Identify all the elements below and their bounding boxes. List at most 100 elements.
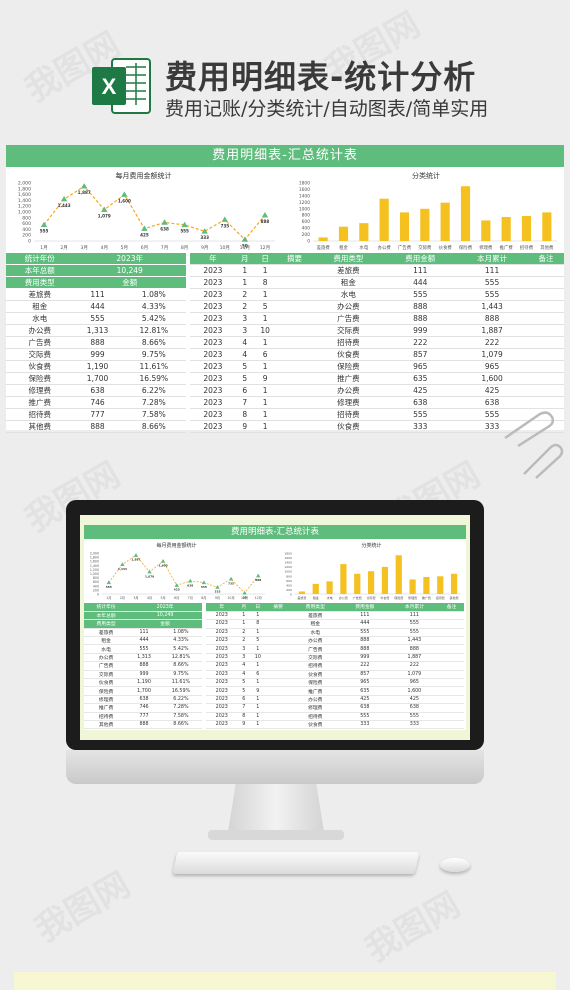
table-cell: 招待费 — [290, 712, 341, 721]
table-row: 伙食费 1,190 11.61% — [84, 678, 202, 688]
sheet-title: 费用明细表-汇总统计表 — [6, 145, 564, 167]
x-tick-label: 办公费 — [339, 595, 348, 600]
expense-amount: 888 — [73, 420, 122, 433]
x-tick-label: 3月 — [80, 245, 88, 251]
table-cell: 2023 — [206, 661, 238, 671]
x-tick-label: 5月 — [121, 245, 129, 251]
table-cell: 857 — [384, 348, 457, 361]
expense-share: 6.22% — [159, 695, 202, 705]
table-cell: 5 — [253, 300, 277, 313]
table-cell: 2023 — [206, 670, 238, 680]
line-point — [147, 569, 152, 574]
column-header: 月 — [237, 603, 250, 612]
table-cell: 638 — [340, 703, 390, 713]
x-tick-label: 修理费 — [479, 244, 493, 251]
table-row: 水电 555 5.42% — [84, 644, 202, 654]
table-cell — [265, 695, 291, 705]
table-cell: 广告费 — [312, 312, 385, 325]
table-cell — [439, 628, 464, 638]
table-cell: 2023 — [190, 360, 236, 373]
table-cell — [276, 396, 313, 409]
column-header: 备注 — [528, 253, 564, 265]
mini-detail-table: 年月日摘要 费用类型 费用金额 本月累计 备注 2023 1 1 差旅费 111 111 2023 1 8… — [206, 603, 464, 730]
expense-amount: 555 — [73, 312, 122, 325]
expense-type: 办公费 — [84, 653, 129, 663]
table-row: 2023 2 5 办公费 888 1,443 — [190, 300, 564, 313]
table-cell: 1 — [249, 644, 266, 654]
expense-type: 其他费 — [6, 420, 74, 433]
x-tick-label: 招待费 — [520, 244, 534, 251]
bar — [312, 583, 319, 594]
table-cell: 1,887 — [389, 653, 440, 663]
column-header: 本月累计 — [389, 603, 440, 612]
bar — [326, 581, 333, 594]
table-cell: 2023 — [206, 636, 238, 646]
summary-value: 金额 — [128, 619, 202, 629]
x-tick-label: 保险费 — [394, 595, 403, 600]
table-cell — [439, 670, 464, 680]
table-cell: 1 — [249, 695, 266, 705]
expense-type: 办公费 — [6, 324, 74, 337]
x-tick-label: 10月 — [227, 596, 234, 600]
table-cell: 水电 — [312, 288, 385, 301]
table-cell: 2023 — [206, 720, 238, 730]
data-label: 638 — [160, 226, 169, 231]
bar — [460, 186, 471, 241]
x-tick-label: 伙食费 — [439, 244, 453, 251]
table-cell — [276, 420, 313, 433]
table-cell: 1,443 — [389, 636, 440, 646]
expense-amount: 1,313 — [73, 324, 122, 337]
table-cell: 10 — [253, 324, 277, 337]
summary-key: 费用类型 — [84, 619, 129, 629]
y-tick-label: 200 — [286, 588, 292, 592]
y-tick-label: 1600 — [299, 187, 310, 193]
y-tick-label: 1,400 — [90, 564, 99, 568]
line-chart-title: 每月费用金额统计 — [115, 172, 172, 180]
table-cell — [265, 661, 291, 671]
x-tick-label: 4月 — [147, 596, 152, 600]
x-tick-label: 9月 — [201, 245, 209, 251]
table-row: 2023 4 6 伙食费 857 1,079 — [206, 670, 464, 680]
table-cell: 555 — [389, 619, 440, 629]
table-cell: 555 — [389, 712, 440, 721]
table-cell: 2023 — [190, 348, 236, 361]
expense-type: 差旅费 — [84, 628, 129, 638]
table-row: 交际费 999 9.75% — [6, 348, 186, 361]
y-tick-label: 1,000 — [18, 210, 31, 216]
table-cell — [265, 636, 291, 646]
table-cell: 2023 — [206, 644, 238, 654]
y-tick-label: 0 — [97, 593, 99, 597]
summary-header-row: 费用类型 金额 — [6, 276, 186, 289]
table-row: 2023 1 8 租金 444 555 — [206, 619, 464, 629]
y-tick-label: 200 — [302, 232, 311, 238]
monitor-base — [208, 830, 344, 840]
bar — [381, 566, 389, 594]
x-tick-label: 招待费 — [436, 595, 445, 600]
expense-type: 修理费 — [6, 384, 74, 397]
expense-share: 7.58% — [121, 408, 186, 421]
table-cell — [265, 720, 291, 730]
summary-value: 2023年 — [73, 253, 186, 265]
table-cell — [439, 695, 464, 705]
x-tick-label: 1月 — [106, 596, 111, 600]
expense-type: 交际费 — [84, 670, 129, 680]
line-point — [221, 216, 228, 222]
column-header: 年 — [206, 603, 238, 612]
table-row: 2023 6 1 办公费 425 425 — [190, 384, 564, 397]
table-cell: 差旅费 — [290, 611, 341, 621]
x-tick-label: 租金 — [339, 244, 348, 251]
table-row: 差旅费 111 1.08% — [6, 288, 186, 301]
data-label: 555 — [201, 585, 207, 589]
table-cell: 635 — [384, 372, 457, 385]
table-row: 保险费 1,700 16.59% — [84, 686, 202, 696]
table-row: 2023 3 1 广告费 888 888 — [206, 644, 464, 654]
table-cell: 2023 — [190, 276, 236, 289]
table-header-row: 年月日摘要 费用类型 费用金额 本月累计 备注 — [190, 253, 564, 265]
table-cell: 1 — [249, 661, 266, 671]
y-tick-label: 1,400 — [18, 198, 31, 204]
table-cell — [528, 360, 564, 373]
table-cell: 保险费 — [290, 678, 341, 688]
y-tick-label: 400 — [93, 584, 99, 588]
expense-type: 推广费 — [84, 703, 129, 713]
expense-type: 差旅费 — [6, 288, 74, 301]
